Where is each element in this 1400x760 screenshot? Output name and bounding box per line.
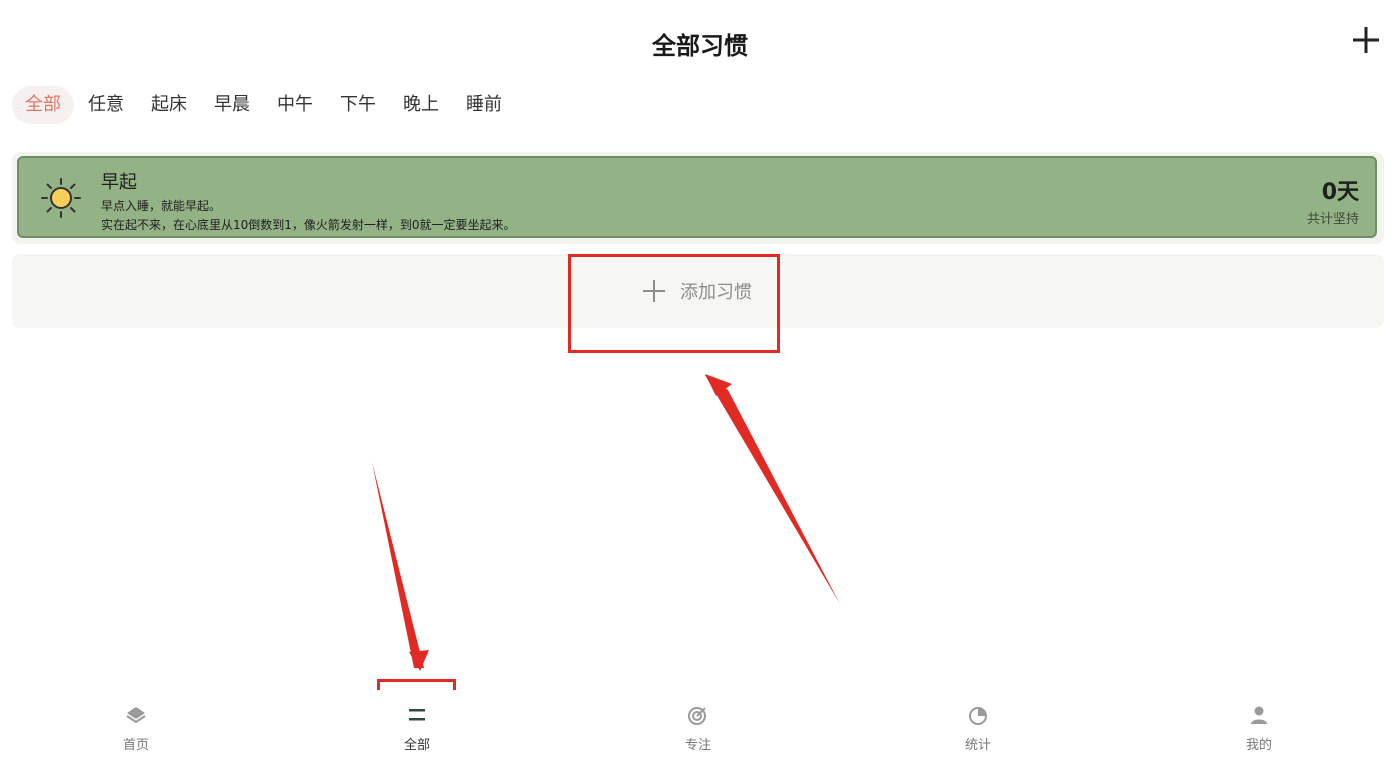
nav-item-all[interactable]: 全部 xyxy=(357,704,477,753)
tab-all[interactable]: 全部 xyxy=(12,86,74,124)
nav-label-me: 我的 xyxy=(1245,738,1272,753)
tab-morning[interactable]: 早晨 xyxy=(201,86,263,124)
tab-any[interactable]: 任意 xyxy=(75,86,137,124)
plus-icon xyxy=(643,280,665,302)
nav-item-home[interactable]: 首页 xyxy=(76,704,196,753)
habit-streak-label: 共计坚持 xyxy=(1306,212,1359,227)
habit-description-line-2: 实在起不来，在心底里从10倒数到1，像火箭发射一样，到0就一定要坐起来。 xyxy=(101,218,516,232)
app-screen: 全部习惯 全部 任意 起床 早晨 中午 下午 晚上 睡前 早起 早点入睡，就能早… xyxy=(0,0,1400,760)
nav-item-focus[interactable]: 专注 xyxy=(638,704,758,753)
tab-noon[interactable]: 中午 xyxy=(264,86,326,124)
nav-label-all: 全部 xyxy=(403,738,430,753)
add-habit-top-button[interactable] xyxy=(1350,24,1382,56)
annotation-arrow-to-add-habit xyxy=(705,375,840,604)
list-icon xyxy=(409,709,425,721)
nav-item-me[interactable]: 我的 xyxy=(1199,704,1319,753)
bottom-nav: 首页 全部 专注 统计 我的 xyxy=(0,690,1400,760)
layers-icon xyxy=(126,707,146,724)
nav-label-home: 首页 xyxy=(122,738,149,753)
sun-icon xyxy=(41,178,81,218)
pie-chart-icon xyxy=(969,707,987,725)
add-habit-label: 添加习惯 xyxy=(680,282,752,303)
habit-name: 早起 xyxy=(101,172,137,193)
annotation-arrow-to-nav-all-head xyxy=(409,650,429,671)
habit-description-line-1: 早点入睡，就能早起。 xyxy=(101,199,222,213)
nav-label-stats: 统计 xyxy=(964,738,991,753)
tab-evening[interactable]: 晚上 xyxy=(390,86,452,124)
page-title: 全部习惯 xyxy=(652,32,748,60)
tab-before-sleep[interactable]: 睡前 xyxy=(453,86,515,124)
nav-item-stats[interactable]: 统计 xyxy=(918,704,1038,753)
annotation-arrow-to-add-habit-head xyxy=(705,374,732,396)
tab-wake-up[interactable]: 起床 xyxy=(138,86,200,124)
tab-afternoon[interactable]: 下午 xyxy=(327,86,389,124)
habit-streak-days: 0天 xyxy=(1321,180,1359,205)
user-icon xyxy=(1251,706,1267,724)
target-icon xyxy=(688,707,706,725)
add-habit-button[interactable]: 添加习惯 xyxy=(12,254,1384,328)
annotation-arrow-to-nav-all xyxy=(372,462,424,668)
category-tabs: 全部 任意 起床 早晨 中午 下午 晚上 睡前 xyxy=(12,86,516,124)
habit-card[interactable]: 早起 早点入睡，就能早起。 实在起不来，在心底里从10倒数到1，像火箭发射一样，… xyxy=(17,156,1377,238)
add-habit-content: 添加习惯 xyxy=(642,278,752,304)
nav-label-focus: 专注 xyxy=(684,738,711,753)
plus-icon xyxy=(1353,27,1379,53)
